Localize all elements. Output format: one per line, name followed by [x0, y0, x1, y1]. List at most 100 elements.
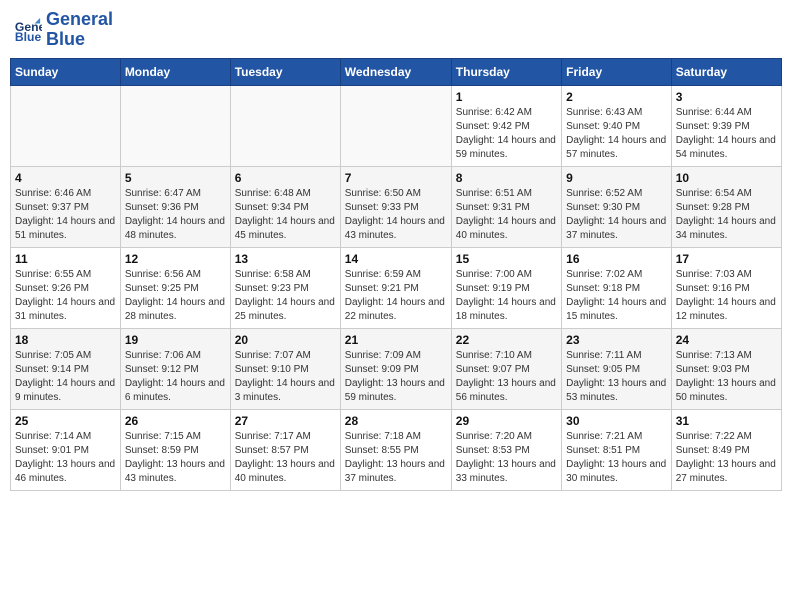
week-row-2: 4 Sunrise: 6:46 AMSunset: 9:37 PMDaylight… — [11, 166, 782, 247]
day-cell: 26 Sunrise: 7:15 AMSunset: 8:59 PMDayligh… — [120, 409, 230, 490]
day-header-tuesday: Tuesday — [230, 58, 340, 85]
day-cell: 31 Sunrise: 7:22 AMSunset: 8:49 PMDayligh… — [671, 409, 781, 490]
day-cell: 21 Sunrise: 7:09 AMSunset: 9:09 PMDayligh… — [340, 328, 451, 409]
day-cell: 5 Sunrise: 6:47 AMSunset: 9:36 PMDaylight… — [120, 166, 230, 247]
day-cell: 20 Sunrise: 7:07 AMSunset: 9:10 PMDayligh… — [230, 328, 340, 409]
day-cell: 22Sunrise: 7:10 AMSunset: 9:07 PMDayligh… — [451, 328, 561, 409]
day-number: 16 — [566, 252, 667, 266]
day-cell: 8Sunrise: 6:51 AMSunset: 9:31 PMDaylight… — [451, 166, 561, 247]
day-number: 22 — [456, 333, 557, 347]
day-cell: 7Sunrise: 6:50 AMSunset: 9:33 PMDaylight… — [340, 166, 451, 247]
day-info: Sunrise: 6:59 AMSunset: 9:21 PMDaylight:… — [345, 268, 447, 324]
day-number: 6 — [235, 171, 336, 185]
day-number: 10 — [676, 171, 777, 185]
day-cell: 18Sunrise: 7:05 AMSunset: 9:14 PMDayligh… — [11, 328, 121, 409]
day-info: Sunrise: 7:20 AMSunset: 8:53 PMDaylight:… — [456, 430, 557, 486]
day-cell: 4 Sunrise: 6:46 AMSunset: 9:37 PMDaylight… — [11, 166, 121, 247]
day-number: 3 — [676, 90, 777, 104]
day-info: Sunrise: 6:44 AMSunset: 9:39 PMDaylight:… — [676, 106, 777, 162]
week-row-4: 18Sunrise: 7:05 AMSunset: 9:14 PMDayligh… — [11, 328, 782, 409]
day-cell: 25 Sunrise: 7:14 AMSunset: 9:01 PMDayligh… — [11, 409, 121, 490]
day-cell: 15 Sunrise: 7:00 AMSunset: 9:19 PMDayligh… — [451, 247, 561, 328]
day-info: Sunrise: 6:54 AMSunset: 9:28 PMDaylight:… — [676, 187, 777, 243]
day-info: Sunrise: 6:52 AMSunset: 9:30 PMDaylight:… — [566, 187, 667, 243]
day-header-thursday: Thursday — [451, 58, 561, 85]
day-info: Sunrise: 7:07 AMSunset: 9:10 PMDaylight:… — [235, 349, 336, 405]
day-info: Sunrise: 6:55 AMSunset: 9:26 PMDaylight:… — [15, 268, 116, 324]
day-header-sunday: Sunday — [11, 58, 121, 85]
day-info: Sunrise: 7:09 AMSunset: 9:09 PMDaylight:… — [345, 349, 447, 405]
day-info: Sunrise: 7:17 AMSunset: 8:57 PMDaylight:… — [235, 430, 336, 486]
day-cell: 12Sunrise: 6:56 AMSunset: 9:25 PMDayligh… — [120, 247, 230, 328]
day-info: Sunrise: 7:03 AMSunset: 9:16 PMDaylight:… — [676, 268, 777, 324]
day-cell: 29 Sunrise: 7:20 AMSunset: 8:53 PMDayligh… — [451, 409, 561, 490]
day-number: 11 — [15, 252, 116, 266]
day-info: Sunrise: 7:21 AMSunset: 8:51 PMDaylight:… — [566, 430, 667, 486]
day-number: 21 — [345, 333, 447, 347]
day-cell: 3 Sunrise: 6:44 AMSunset: 9:39 PMDaylight… — [671, 85, 781, 166]
day-number: 15 — [456, 252, 557, 266]
day-cell: 10 Sunrise: 6:54 AMSunset: 9:28 PMDayligh… — [671, 166, 781, 247]
week-row-5: 25 Sunrise: 7:14 AMSunset: 9:01 PMDayligh… — [11, 409, 782, 490]
day-cell — [340, 85, 451, 166]
day-info: Sunrise: 6:43 AMSunset: 9:40 PMDaylight:… — [566, 106, 667, 162]
day-cell: 30 Sunrise: 7:21 AMSunset: 8:51 PMDayligh… — [562, 409, 672, 490]
day-info: Sunrise: 7:06 AMSunset: 9:12 PMDaylight:… — [125, 349, 226, 405]
day-info: Sunrise: 7:11 AMSunset: 9:05 PMDaylight:… — [566, 349, 667, 405]
day-cell: 17 Sunrise: 7:03 AMSunset: 9:16 PMDayligh… — [671, 247, 781, 328]
day-number: 12 — [125, 252, 226, 266]
day-header-wednesday: Wednesday — [340, 58, 451, 85]
day-number: 28 — [345, 414, 447, 428]
day-info: Sunrise: 7:02 AMSunset: 9:18 PMDaylight:… — [566, 268, 667, 324]
day-number: 9 — [566, 171, 667, 185]
day-info: Sunrise: 7:13 AMSunset: 9:03 PMDaylight:… — [676, 349, 777, 405]
day-info: Sunrise: 7:14 AMSunset: 9:01 PMDaylight:… — [15, 430, 116, 486]
day-number: 26 — [125, 414, 226, 428]
day-number: 24 — [676, 333, 777, 347]
day-number: 14 — [345, 252, 447, 266]
day-header-friday: Friday — [562, 58, 672, 85]
page-header: General Blue General Blue — [10, 10, 782, 50]
day-number: 25 — [15, 414, 116, 428]
day-info: Sunrise: 6:42 AMSunset: 9:42 PMDaylight:… — [456, 106, 557, 162]
day-cell — [11, 85, 121, 166]
day-number: 5 — [125, 171, 226, 185]
day-number: 20 — [235, 333, 336, 347]
day-number: 2 — [566, 90, 667, 104]
day-number: 4 — [15, 171, 116, 185]
day-cell: 28Sunrise: 7:18 AMSunset: 8:55 PMDayligh… — [340, 409, 451, 490]
day-info: Sunrise: 7:00 AMSunset: 9:19 PMDaylight:… — [456, 268, 557, 324]
day-number: 30 — [566, 414, 667, 428]
day-cell: 11 Sunrise: 6:55 AMSunset: 9:26 PMDayligh… — [11, 247, 121, 328]
day-cell: 9 Sunrise: 6:52 AMSunset: 9:30 PMDaylight… — [562, 166, 672, 247]
day-cell — [120, 85, 230, 166]
day-number: 18 — [15, 333, 116, 347]
day-number: 17 — [676, 252, 777, 266]
svg-text:Blue: Blue — [15, 30, 42, 44]
day-info: Sunrise: 6:48 AMSunset: 9:34 PMDaylight:… — [235, 187, 336, 243]
day-number: 27 — [235, 414, 336, 428]
day-info: Sunrise: 6:46 AMSunset: 9:37 PMDaylight:… — [15, 187, 116, 243]
day-cell: 6 Sunrise: 6:48 AMSunset: 9:34 PMDaylight… — [230, 166, 340, 247]
logo-icon: General Blue — [14, 16, 42, 44]
day-info: Sunrise: 6:47 AMSunset: 9:36 PMDaylight:… — [125, 187, 226, 243]
day-number: 13 — [235, 252, 336, 266]
day-number: 31 — [676, 414, 777, 428]
day-info: Sunrise: 6:51 AMSunset: 9:31 PMDaylight:… — [456, 187, 557, 243]
day-cell: 2 Sunrise: 6:43 AMSunset: 9:40 PMDaylight… — [562, 85, 672, 166]
day-cell: 24 Sunrise: 7:13 AMSunset: 9:03 PMDayligh… — [671, 328, 781, 409]
day-number: 29 — [456, 414, 557, 428]
day-cell: 27 Sunrise: 7:17 AMSunset: 8:57 PMDayligh… — [230, 409, 340, 490]
day-cell — [230, 85, 340, 166]
day-number: 23 — [566, 333, 667, 347]
week-row-1: 1Sunrise: 6:42 AMSunset: 9:42 PMDaylight… — [11, 85, 782, 166]
day-cell: 13Sunrise: 6:58 AMSunset: 9:23 PMDayligh… — [230, 247, 340, 328]
week-row-3: 11 Sunrise: 6:55 AMSunset: 9:26 PMDayligh… — [11, 247, 782, 328]
day-number: 19 — [125, 333, 226, 347]
day-header-monday: Monday — [120, 58, 230, 85]
day-number: 7 — [345, 171, 447, 185]
day-cell: 14 Sunrise: 6:59 AMSunset: 9:21 PMDayligh… — [340, 247, 451, 328]
day-info: Sunrise: 7:22 AMSunset: 8:49 PMDaylight:… — [676, 430, 777, 486]
day-info: Sunrise: 7:15 AMSunset: 8:59 PMDaylight:… — [125, 430, 226, 486]
day-header-saturday: Saturday — [671, 58, 781, 85]
